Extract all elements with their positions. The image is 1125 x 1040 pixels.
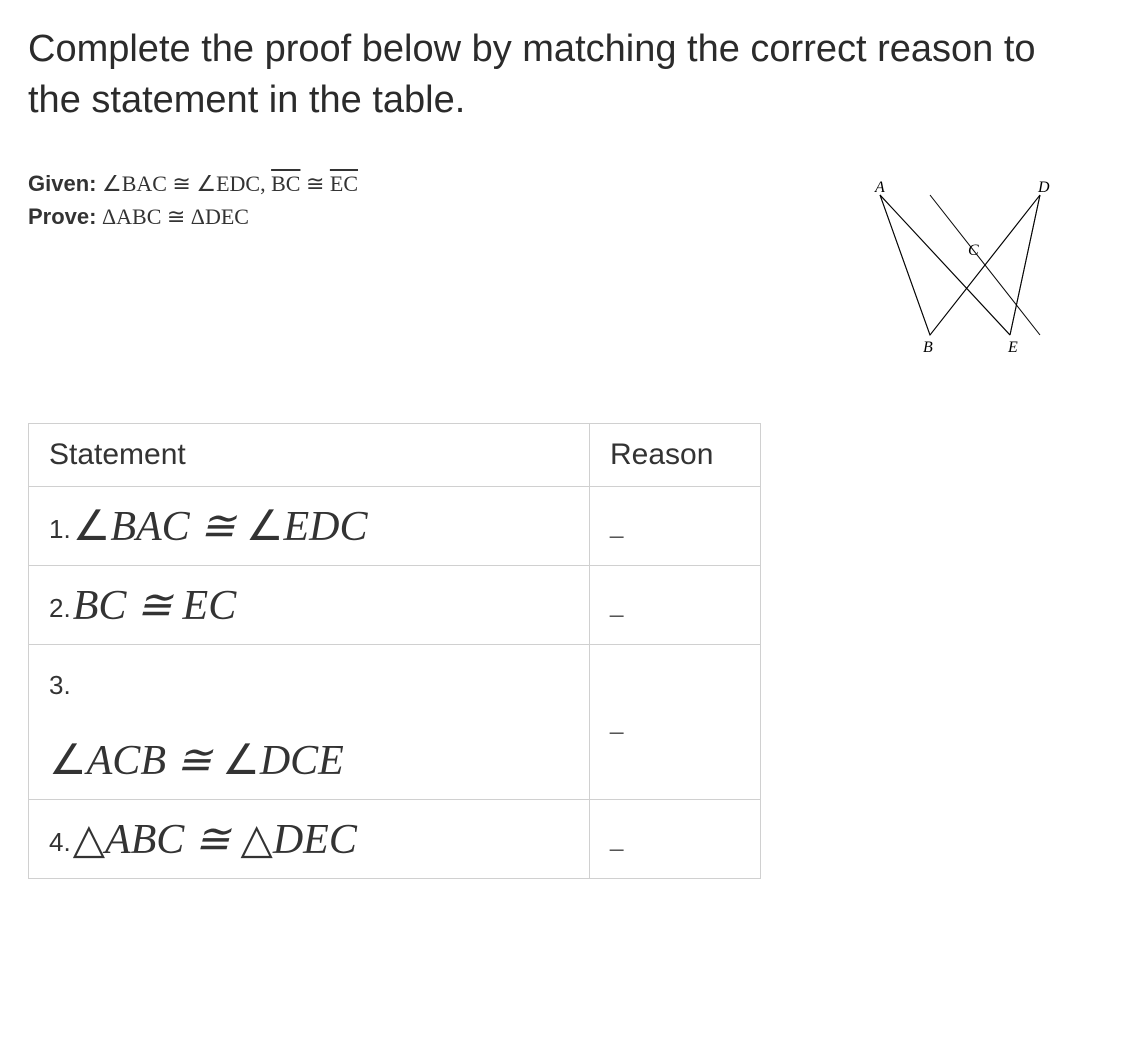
statement-cell-4: 4.△ABC ≅ △DEC [29,799,590,878]
stmt-text: DEC [273,817,357,863]
triangle-symbol: △ [241,817,273,863]
reason-cell-3[interactable]: _ [590,644,761,799]
stmt-text: ABC ≅ [105,817,241,863]
table-row: 3. ∠ACB ≅ ∠DCE _ [29,644,761,799]
angle-symbol: ∠ [49,738,87,784]
vertex-a-label: A [874,180,885,196]
row-number: 2. [49,593,71,623]
given-seg-bc: BC [271,171,300,196]
stmt-text: BC ≅ EC [73,583,237,629]
triangle-diagram: A D C B E [860,180,1070,370]
given-label: Given: [28,171,96,196]
stmt-text: DCE [260,738,344,784]
vertex-d-label: D [1037,180,1050,196]
stmt-text: EDC [284,504,368,550]
prove-expr: ΔABC ≅ ΔDEC [102,204,249,229]
instruction-text: Complete the proof below by matching the… [28,24,1097,127]
angle-symbol: ∠ [73,504,111,550]
angle-symbol: ∠ [246,504,284,550]
statement-cell-1: 1.∠BAC ≅ ∠EDC [29,486,590,565]
reason-cell-1[interactable]: _ [590,486,761,565]
table-row: 2.BC ≅ EC _ [29,565,761,644]
header-statement: Statement [29,423,590,486]
given-congruent: ≅ [306,171,324,196]
vertex-b-label: B [923,339,933,356]
angle-symbol: ∠ [222,738,260,784]
statement-cell-3: 3. ∠ACB ≅ ∠DCE [29,644,590,799]
statement-cell-2: 2.BC ≅ EC [29,565,590,644]
given-expr-1: ∠BAC ≅ ∠EDC, [102,171,266,196]
proof-table: Statement Reason 1.∠BAC ≅ ∠EDC _ 2.BC ≅ … [28,423,761,879]
reason-cell-2[interactable]: _ [590,565,761,644]
vertex-c-label: C [968,242,979,259]
table-row: 4.△ABC ≅ △DEC _ [29,799,761,878]
stmt-text: BAC ≅ [110,504,246,550]
prove-label: Prove: [28,204,96,229]
triangle-symbol: △ [73,817,105,863]
row-number: 1. [49,514,71,544]
row-number: 4. [49,827,71,857]
given-seg-ec: EC [330,171,358,196]
header-reason: Reason [590,423,761,486]
table-header-row: Statement Reason [29,423,761,486]
table-row: 1.∠BAC ≅ ∠EDC _ [29,486,761,565]
vertex-e-label: E [1007,339,1018,356]
row-number: 3. [49,670,71,700]
reason-cell-4[interactable]: _ [590,799,761,878]
stmt-text: ACB ≅ [87,738,223,784]
